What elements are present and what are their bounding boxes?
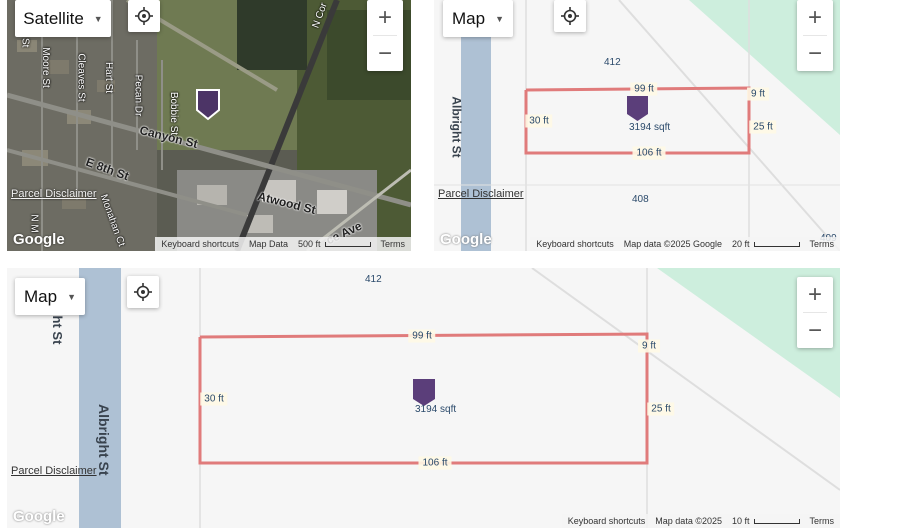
map-type-label: Satellite <box>23 8 84 28</box>
parcel-number-412: 412 <box>365 274 382 285</box>
map-type-label: Map <box>24 286 58 306</box>
parcel-number-412: 412 <box>604 57 621 68</box>
minus-icon[interactable]: − <box>797 36 833 71</box>
plus-icon[interactable]: + <box>367 0 403 35</box>
satellite-map[interactable]: Canyon St E 8th St Atwood St Bobbie St P… <box>7 0 411 251</box>
map-type-button[interactable]: Map ▼ <box>15 278 85 315</box>
map-data-link[interactable]: Map Data <box>249 239 288 249</box>
scale-bar[interactable]: 20 ft <box>732 239 800 249</box>
zoom-control: + − <box>797 277 833 348</box>
locate-icon <box>135 7 153 25</box>
scale-bar-line <box>753 518 800 524</box>
caret-down-icon: ▼ <box>67 291 76 302</box>
locate-button[interactable] <box>127 276 159 308</box>
locate-button[interactable] <box>128 0 160 32</box>
scale-bar-line <box>753 241 800 247</box>
map-footer: Keyboard shortcuts Map Data 500 ft Terms <box>155 237 411 251</box>
caret-down-icon: ▼ <box>495 13 504 24</box>
map-type-button[interactable]: Satellite ▼ <box>15 0 111 37</box>
dimension-right: 25 ft <box>749 120 777 134</box>
parcel-disclaimer-link[interactable]: Parcel Disclaimer <box>11 465 97 477</box>
satellite-imagery <box>7 0 411 251</box>
street-label-albright: Albright St <box>449 96 464 158</box>
street-label-nm: N M <box>28 214 40 233</box>
zoom-control: + − <box>367 0 403 71</box>
keyboard-shortcuts-link[interactable]: Keyboard shortcuts <box>161 239 239 249</box>
parcel-disclaimer-link[interactable]: Parcel Disclaimer <box>438 188 524 200</box>
plus-icon[interactable]: + <box>797 0 833 35</box>
dimension-left: 30 ft <box>525 114 553 128</box>
parcel-area: 3194 sqft <box>415 404 457 415</box>
map-type-button[interactable]: Map ▼ <box>443 0 513 37</box>
keyboard-shortcuts-link[interactable]: Keyboard shortcuts <box>568 516 646 526</box>
parcel-map-top[interactable]: Albright St 412 408 409 99 ft 9 ft 30 ft… <box>434 0 840 251</box>
street-label-cleaves: Cleaves St <box>75 53 87 102</box>
parcel-number-408: 408 <box>632 194 649 205</box>
minus-icon[interactable]: − <box>367 36 403 71</box>
google-logo: Google <box>13 231 65 248</box>
minus-icon[interactable]: − <box>797 313 833 348</box>
scale-bar[interactable]: 10 ft <box>732 516 800 526</box>
dimension-left: 30 ft <box>200 392 228 406</box>
terms-link[interactable]: Terms <box>381 239 406 249</box>
map-footer: Keyboard shortcuts Map data ©2025 10 ft … <box>561 514 840 528</box>
locate-button[interactable] <box>554 0 586 32</box>
dimension-bottom: 106 ft <box>632 146 666 160</box>
dimension-right-top: 9 ft <box>747 87 769 101</box>
parcel-area: 3194 sqft <box>629 122 671 133</box>
terms-link[interactable]: Terms <box>810 239 835 249</box>
street-label-hart: Hart St <box>103 61 115 94</box>
parcel-map-bottom[interactable]: Albright St Albright St 412 99 ft 9 ft 3… <box>7 268 840 528</box>
google-logo: Google <box>440 231 492 248</box>
map-type-label: Map <box>452 8 486 28</box>
map-data-link[interactable]: Map data ©2025 Google <box>624 239 722 249</box>
dimension-right: 25 ft <box>647 402 675 416</box>
map-data-link[interactable]: Map data ©2025 <box>655 516 722 526</box>
street-label-pecan: Pecan Dr <box>132 74 144 117</box>
plus-icon[interactable]: + <box>797 277 833 312</box>
scale-bar-line <box>324 241 371 247</box>
dimension-top: 99 ft <box>408 329 436 343</box>
caret-down-icon: ▼ <box>93 13 103 24</box>
street-label-albright-bottom: Albright St <box>96 404 112 476</box>
dimension-top: 99 ft <box>630 82 658 96</box>
google-logo: Google <box>13 508 65 525</box>
locate-icon <box>561 7 579 25</box>
keyboard-shortcuts-link[interactable]: Keyboard shortcuts <box>536 239 614 249</box>
parcel-disclaimer-link[interactable]: Parcel Disclaimer <box>11 188 97 200</box>
street-label-bobbie: Bobbie St <box>168 91 180 136</box>
terms-link[interactable]: Terms <box>810 516 835 526</box>
locate-icon <box>134 283 152 301</box>
zoom-control: + − <box>797 0 833 71</box>
map-footer: Keyboard shortcuts Map data ©2025 Google… <box>530 237 840 251</box>
dimension-bottom: 106 ft <box>418 456 452 470</box>
scale-bar[interactable]: 500 ft <box>298 239 371 249</box>
street-label-moore: Moore St <box>39 47 51 88</box>
dimension-right-top: 9 ft <box>638 339 660 353</box>
